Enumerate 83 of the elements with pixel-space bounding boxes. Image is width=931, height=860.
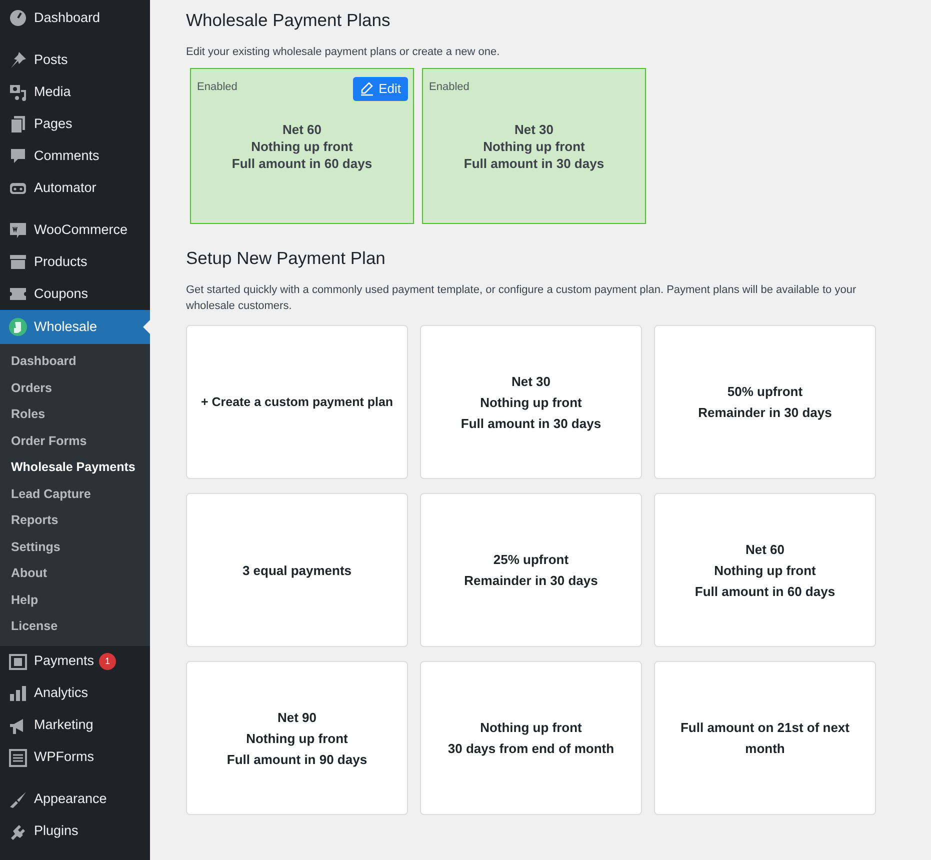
sidebar-item[interactable]: Marketing — [0, 710, 150, 742]
menu-label: Pages — [34, 114, 72, 133]
template-card[interactable]: Full amount on 21st of next month — [654, 661, 876, 815]
pin-icon — [8, 50, 28, 70]
submenu-item[interactable]: Settings — [0, 534, 150, 560]
sidebar-item[interactable]: Products — [0, 246, 150, 278]
template-text: Net 30 Nothing up front Full amount in 30 days — [460, 372, 602, 433]
plan-summary: Net 60 Nothing up front Full amount in 60 days — [232, 120, 372, 172]
sidebar-item[interactable]: Posts — [0, 44, 150, 76]
sidebar-item[interactable]: Pages — [0, 108, 150, 140]
submenu-item[interactable]: Orders — [0, 374, 150, 401]
menu-label: Marketing — [34, 716, 94, 734]
section-description: Edit your existing wholesale payment plans or create a new one. — [186, 45, 501, 60]
submenu-item[interactable]: Dashboard — [0, 348, 150, 374]
edit-button[interactable]: Edit — [352, 77, 408, 100]
menu-label: Comments — [34, 146, 100, 165]
sidebar-item[interactable]: Wholesale — [0, 310, 150, 344]
template-text: + Create a custom payment plan — [200, 394, 394, 411]
sidebar-item[interactable]: Media — [0, 76, 150, 108]
section-title: Wholesale Payment Plans — [186, 10, 392, 31]
menu-label: Appearance — [34, 790, 107, 808]
sidebar-item[interactable]: Appearance — [0, 784, 150, 816]
bar-chart-icon — [8, 684, 28, 704]
template-card[interactable]: Net 30 Nothing up front Full amount in 30 days — [420, 325, 642, 479]
template-text: 50% upfront Remainder in 30 days — [698, 383, 832, 422]
template-card[interactable]: 3 equal payments — [186, 493, 408, 647]
menu-label: Wholesale — [34, 318, 98, 336]
template-text: Net 60 Nothing up front Full amount in 60 days — [694, 540, 836, 601]
menu-label: Coupons — [34, 284, 88, 303]
submenu-item[interactable]: About — [0, 560, 150, 586]
submenu-item[interactable]: Order Forms — [0, 428, 150, 454]
pencil-icon — [360, 82, 374, 96]
sidebar-item[interactable]: WooCommerce — [0, 214, 150, 246]
menu-label: Media — [34, 82, 71, 101]
template-text: 25% upfront Remainder in 30 days — [464, 551, 598, 590]
brush-icon — [8, 790, 28, 810]
template-card[interactable]: Net 60 Nothing up front Full amount in 60 days — [654, 493, 876, 647]
media-icon — [8, 82, 28, 102]
menu-label: Plugins — [34, 822, 78, 840]
template-card[interactable]: 25% upfront Remainder in 30 days — [420, 493, 642, 647]
submenu-item[interactable]: Wholesale Payments — [0, 454, 150, 480]
sidebar-item[interactable]: Coupons — [0, 278, 150, 310]
speech-icon — [8, 220, 28, 240]
section-title: Setup New Payment Plan — [186, 248, 386, 269]
menu-label: Dashboard — [34, 8, 100, 27]
submenu-item[interactable]: License — [0, 613, 150, 640]
menu-label: Payments — [34, 652, 94, 670]
menu-label: WooCommerce — [34, 220, 128, 239]
section-description: Get started quickly with a commonly used payment template, or configure a custom payment plan. Payment plans will be available to your wholesale customers. — [186, 283, 858, 314]
menu-label: Automator — [34, 178, 96, 197]
dollar-icon — [8, 652, 28, 672]
sidebar-item[interactable]: Automator — [0, 172, 150, 204]
template-text: Nothing up front 30 days from end of month — [448, 719, 614, 758]
wholesale-icon — [8, 317, 28, 337]
sidebar-item[interactable]: Payments 1 — [0, 646, 150, 678]
sidebar-item[interactable]: Analytics — [0, 678, 150, 710]
submenu-item[interactable]: Reports — [0, 507, 150, 534]
submenu-item[interactable]: Roles — [0, 401, 150, 428]
template-text: Full amount on 21st of next month — [679, 719, 850, 758]
template-card[interactable]: + Create a custom payment plan — [186, 325, 408, 479]
menu-label: WPForms — [34, 748, 94, 766]
template-card[interactable]: Net 90 Nothing up front Full amount in 90 days — [186, 661, 408, 815]
template-card[interactable]: 50% upfront Remainder in 30 days — [654, 325, 876, 479]
gauge-icon — [8, 8, 28, 28]
form-icon — [8, 748, 28, 768]
plan-summary: Net 30 Nothing up front Full amount in 30 days — [464, 120, 604, 172]
template-card[interactable]: Nothing up front 30 days from end of month — [420, 661, 642, 815]
status-label: Enabled — [429, 80, 470, 95]
box-icon — [8, 252, 28, 272]
menu-label: Analytics — [34, 684, 88, 702]
sidebar-item[interactable]: Plugins — [0, 816, 150, 848]
submenu-item[interactable]: Lead Capture — [0, 480, 150, 507]
template-text: 3 equal payments — [242, 562, 352, 580]
menu-label: Posts — [34, 50, 68, 69]
count-badge: 1 — [99, 653, 116, 670]
sidebar-item[interactable]: Comments — [0, 140, 150, 172]
template-text: Net 90 Nothing up front Full amount in 90 days — [226, 708, 368, 769]
sidebar-item[interactable]: WPForms — [0, 742, 150, 774]
submenu-item[interactable]: Help — [0, 586, 150, 613]
status-label: Enabled — [197, 80, 238, 95]
sidebar-item[interactable]: Dashboard — [0, 2, 150, 34]
comment-icon — [8, 146, 28, 166]
menu-label: Products — [34, 252, 88, 271]
